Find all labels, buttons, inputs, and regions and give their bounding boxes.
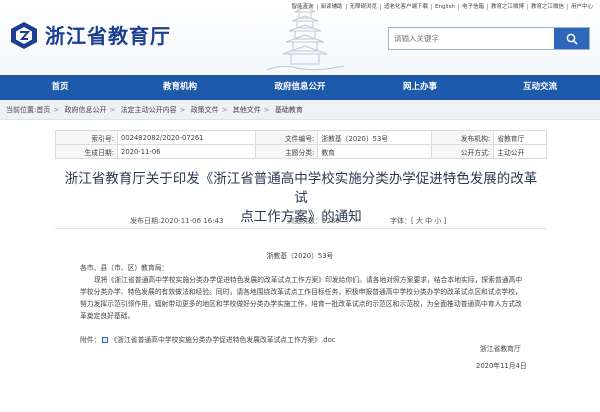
divider [55,228,547,229]
sign-date: 2020年11月4日 [476,362,527,370]
search-button[interactable] [554,28,589,49]
nav-item-online-services[interactable]: 网上办事 [360,75,480,100]
attachment-line: 附件： 《浙江省普通高中学校实施分类办学促进特色发展改革试点工作方案》.doc [80,334,528,346]
nav-item-gov-info[interactable]: 政府信息公开 [240,75,360,100]
meta-date-label: 生成日期: [55,144,118,159]
breadcrumb-separator: > [263,106,270,114]
breadcrumb-item[interactable]: 政策文件 [191,106,219,114]
utility-link-accessibility[interactable]: 无障碍浏览 [347,4,382,10]
nav-item-institutions[interactable]: 教育机构 [120,75,240,100]
meta-date-value: 2020-11-06 [116,144,257,159]
article-title-line: 浙江省教育厅关于印发《浙江省普通高中学校实施分类办学促进特色发展的改革试 [64,171,538,206]
breadcrumb-item[interactable]: 政府信息公开 [64,106,106,114]
meta-docnum-label: 文件编号: [255,130,319,145]
utility-bar: 智能咨询 阅读辅助 无障碍浏览 适老化客户端下载 English 电子信箱 教育… [289,2,597,12]
utility-link-reading-aid[interactable]: 阅读辅助 [318,4,347,10]
meta-index-value: 002482082/2020-07261 [116,130,257,145]
meta-docnum-value: 浙教基〔2020〕53号 [317,130,433,145]
breadcrumb-separator: > [221,106,228,114]
view-count: 浏览次数：5289 [287,217,340,225]
breadcrumb: 当前位置:首页 > 政府信息公开 > 法定主动公开内容 > 政策文件 > 其他文件 > 基… [0,100,600,120]
breadcrumb-item[interactable]: 基础教育 [275,106,303,114]
breadcrumb-separator: > [179,106,186,114]
signer: 浙江省教育厅 [480,345,521,353]
breadcrumb-item[interactable]: 法定主动公开内容 [121,106,177,114]
document-number: 浙教基〔2020〕53号 [266,252,334,260]
breadcrumb-separator: > [53,106,60,114]
meta-org-label: 发布机构: [431,130,495,145]
nav-item-home[interactable]: 首页 [0,75,120,100]
publish-time: 发布日期:2020-11-06 16:43 [130,217,224,225]
document-icon [102,337,109,343]
meta-category-label: 主题分类: [255,144,319,159]
site-name[interactable]: 浙江省教育厅 [45,20,171,49]
utility-link-email[interactable]: 电子信箱 [459,4,488,10]
utility-link-english[interactable]: English [432,4,459,10]
utility-link-wechat[interactable]: 教育之江微信 [528,4,568,10]
meta-mode-label: 公开方式: [431,144,495,159]
attachment-label: 附件： [80,336,101,344]
main-nav: 首页 教育机构 政府信息公开 网上办事 互动交流 [0,75,600,100]
utility-link-smart-consult[interactable]: 智能咨询 [289,4,318,10]
font-size-switcher[interactable]: 字体：[ 大 中 小 ] [390,216,446,226]
attachment-link[interactable]: 《浙江省普通高中学校实施分类办学促进特色发展改革试点工作方案》.doc [110,336,335,344]
utility-link-weibo[interactable]: 教育之江微博 [488,4,528,10]
utility-link-user-center[interactable]: 用户中心 [568,4,596,10]
search-box [388,27,590,50]
meta-mode-value: 主动公开 [493,144,547,159]
salutation: 各市、县（市、区）教育局： [80,264,169,272]
site-logo-icon[interactable] [9,20,39,50]
search-input[interactable] [389,28,554,49]
breadcrumb-item[interactable]: 当前位置:首页 [6,106,50,114]
nav-item-interaction[interactable]: 互动交流 [480,75,600,100]
body-paragraph: 现将《浙江省普通高中学校实施分类办学促进特色发展的改革试点工作方案》印发给你们。… [80,276,523,320]
meta-index-label: 索引号: [55,130,118,145]
document-metadata-table: 索引号: 002482082/2020-07261 文件编号: 浙教基〔2020… [55,130,547,159]
breadcrumb-item[interactable]: 其他文件 [233,106,261,114]
meta-org-value: 省教育厅 [493,130,547,145]
meta-category-value: 教育 [317,144,433,159]
search-icon [566,33,578,45]
breadcrumb-separator: > [109,106,116,114]
utility-link-elderly-client[interactable]: 适老化客户端下载 [381,4,433,10]
